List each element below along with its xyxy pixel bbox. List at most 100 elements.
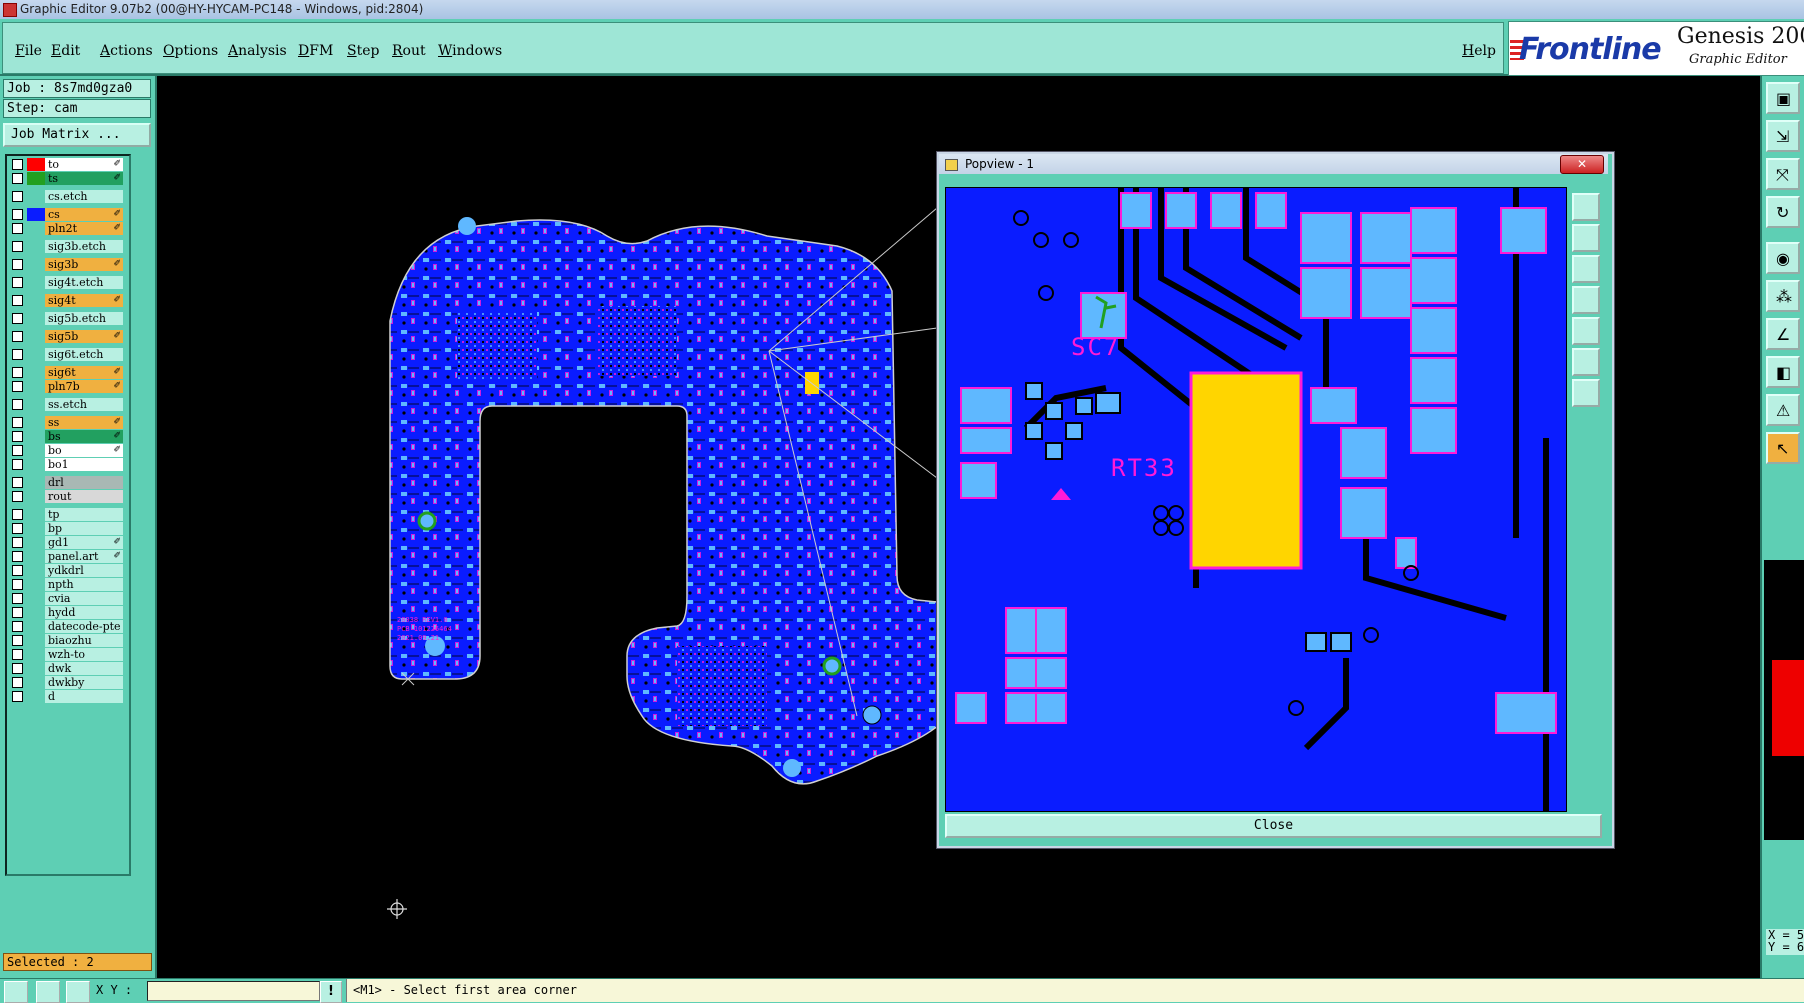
- layer-name[interactable]: bp: [45, 522, 123, 535]
- layer-name[interactable]: rout: [45, 490, 123, 503]
- layer-name[interactable]: biaozhu: [45, 634, 123, 647]
- layer-name[interactable]: cvia: [45, 592, 123, 605]
- popview-canvas[interactable]: SC7 RT33: [945, 187, 1567, 812]
- zoom-out-icon[interactable]: [1572, 255, 1600, 283]
- menu-dfm[interactable]: DFM: [298, 43, 333, 59]
- close-icon[interactable]: ✕: [1560, 155, 1604, 174]
- menu-windows[interactable]: Windows: [438, 43, 502, 59]
- layer-checkbox[interactable]: [12, 313, 23, 324]
- layer-name[interactable]: pln7b ✐: [45, 380, 123, 393]
- layer-color-swatch[interactable]: [27, 276, 47, 289]
- warning-icon[interactable]: ⚠: [1766, 394, 1800, 426]
- layer-row-pln7b[interactable]: pln7b ✐: [9, 380, 125, 393]
- layer-name[interactable]: sig4t.etch: [45, 276, 123, 289]
- pointer-icon[interactable]: ↖: [1766, 432, 1800, 464]
- layer-color-swatch[interactable]: [27, 536, 47, 549]
- layer-checkbox[interactable]: [12, 459, 23, 470]
- zoom-in-tool-icon[interactable]: ⇲: [1766, 120, 1800, 152]
- layer-color-swatch[interactable]: [27, 564, 47, 577]
- layer-checkbox[interactable]: [12, 607, 23, 618]
- layer-color-swatch[interactable]: [27, 508, 47, 521]
- layer-row-bo[interactable]: bo ✐: [9, 444, 125, 457]
- layer-checkbox[interactable]: [12, 295, 23, 306]
- layer-color-swatch[interactable]: [27, 430, 47, 443]
- layer-color-swatch[interactable]: [27, 648, 47, 661]
- exclaim-button[interactable]: !: [320, 981, 342, 1003]
- layer-name[interactable]: sig5b.etch: [45, 312, 123, 325]
- layer-color-swatch[interactable]: [27, 158, 47, 171]
- layer-color-swatch[interactable]: [27, 398, 47, 411]
- grid-icon[interactable]: [66, 981, 90, 1003]
- layer-row-sig3b[interactable]: sig3b ✐: [9, 258, 125, 271]
- layer-checkbox[interactable]: [12, 223, 23, 234]
- layer-row-gd1[interactable]: gd1 ✐: [9, 536, 125, 549]
- layer-name[interactable]: panel.art ✐: [45, 550, 123, 563]
- layer-color-swatch[interactable]: [27, 190, 47, 203]
- layer-row-sig4t[interactable]: sig4t ✐: [9, 294, 125, 307]
- layer-name[interactable]: d: [45, 690, 123, 703]
- xy-input[interactable]: [147, 981, 320, 1001]
- menu-help[interactable]: Help: [1462, 43, 1496, 59]
- menu-rout[interactable]: Rout: [392, 43, 426, 59]
- layer-checkbox[interactable]: [12, 209, 23, 220]
- layer-name[interactable]: ydkdrl: [45, 564, 123, 577]
- layer-name[interactable]: ts ✐: [45, 172, 123, 185]
- layer-checkbox[interactable]: [12, 173, 23, 184]
- layer-row-cs[interactable]: cs ✐: [9, 208, 125, 221]
- layer-row-cs.etch[interactable]: cs.etch: [9, 190, 125, 203]
- layer-name[interactable]: to ✐: [45, 158, 123, 171]
- layer-name[interactable]: sig6t.etch: [45, 348, 123, 361]
- layer-row-d[interactable]: d: [9, 690, 125, 703]
- layer-name[interactable]: cs.etch: [45, 190, 123, 203]
- layer-checkbox[interactable]: [12, 491, 23, 502]
- menu-options[interactable]: Options: [163, 43, 218, 59]
- layer-row-cvia[interactable]: cvia: [9, 592, 125, 605]
- layer-row-sig5b.etch[interactable]: sig5b.etch: [9, 312, 125, 325]
- layer-color-swatch[interactable]: [27, 366, 47, 379]
- redraw-icon[interactable]: ↻: [1766, 196, 1800, 228]
- layer-checkbox[interactable]: [12, 445, 23, 456]
- layer-name[interactable]: ss ✐: [45, 416, 123, 429]
- layer-name[interactable]: ss.etch: [45, 398, 123, 411]
- layer-checkbox[interactable]: [12, 399, 23, 410]
- layer-row-drl[interactable]: drl: [9, 476, 125, 489]
- layer-checkbox[interactable]: [12, 523, 23, 534]
- layer-color-swatch[interactable]: [27, 634, 47, 647]
- menu-file[interactable]: File: [15, 43, 42, 59]
- layer-name[interactable]: sig3b ✐: [45, 258, 123, 271]
- home-view-icon[interactable]: ▣: [1766, 82, 1800, 114]
- layer-checkbox[interactable]: [12, 537, 23, 548]
- layer-name[interactable]: sig5b ✐: [45, 330, 123, 343]
- layer-color-swatch[interactable]: [27, 330, 47, 343]
- fit-icon[interactable]: [1572, 348, 1600, 376]
- layer-row-panel.art[interactable]: panel.art ✐: [9, 550, 125, 563]
- layer-row-dwkby[interactable]: dwkby: [9, 676, 125, 689]
- layer-name[interactable]: sig6t ✐: [45, 366, 123, 379]
- layer-name[interactable]: bs ✐: [45, 430, 123, 443]
- layer-row-ss[interactable]: ss ✐: [9, 416, 125, 429]
- layer-color-swatch[interactable]: [27, 620, 47, 633]
- layer-row-datecode-pte[interactable]: datecode-pte: [9, 620, 125, 633]
- layer-checkbox[interactable]: [12, 677, 23, 688]
- layer-checkbox[interactable]: [12, 431, 23, 442]
- layer-checkbox[interactable]: [12, 551, 23, 562]
- layer-color-swatch[interactable]: [27, 676, 47, 689]
- layer-row-ydkdrl[interactable]: ydkdrl: [9, 564, 125, 577]
- layer-name[interactable]: tp: [45, 508, 123, 521]
- layer-name[interactable]: npth: [45, 578, 123, 591]
- center-icon[interactable]: [1572, 379, 1600, 407]
- measure-icon[interactable]: ∠: [1766, 318, 1800, 350]
- zoom-in-icon[interactable]: [1572, 224, 1600, 252]
- layer-color-swatch[interactable]: [27, 416, 47, 429]
- zoom-area-icon[interactable]: [1572, 286, 1600, 314]
- layer-name[interactable]: hydd: [45, 606, 123, 619]
- layer-checkbox[interactable]: [12, 367, 23, 378]
- layer-color-swatch[interactable]: [27, 578, 47, 591]
- layer-checkbox[interactable]: [12, 241, 23, 252]
- layer-row-sig6t.etch[interactable]: sig6t.etch: [9, 348, 125, 361]
- layer-color-swatch[interactable]: [27, 348, 47, 361]
- angle-icon[interactable]: [36, 981, 60, 1003]
- layer-row-dwk[interactable]: dwk: [9, 662, 125, 675]
- menu-actions[interactable]: Actions: [100, 43, 153, 59]
- layer-row-sig5b[interactable]: sig5b ✐: [9, 330, 125, 343]
